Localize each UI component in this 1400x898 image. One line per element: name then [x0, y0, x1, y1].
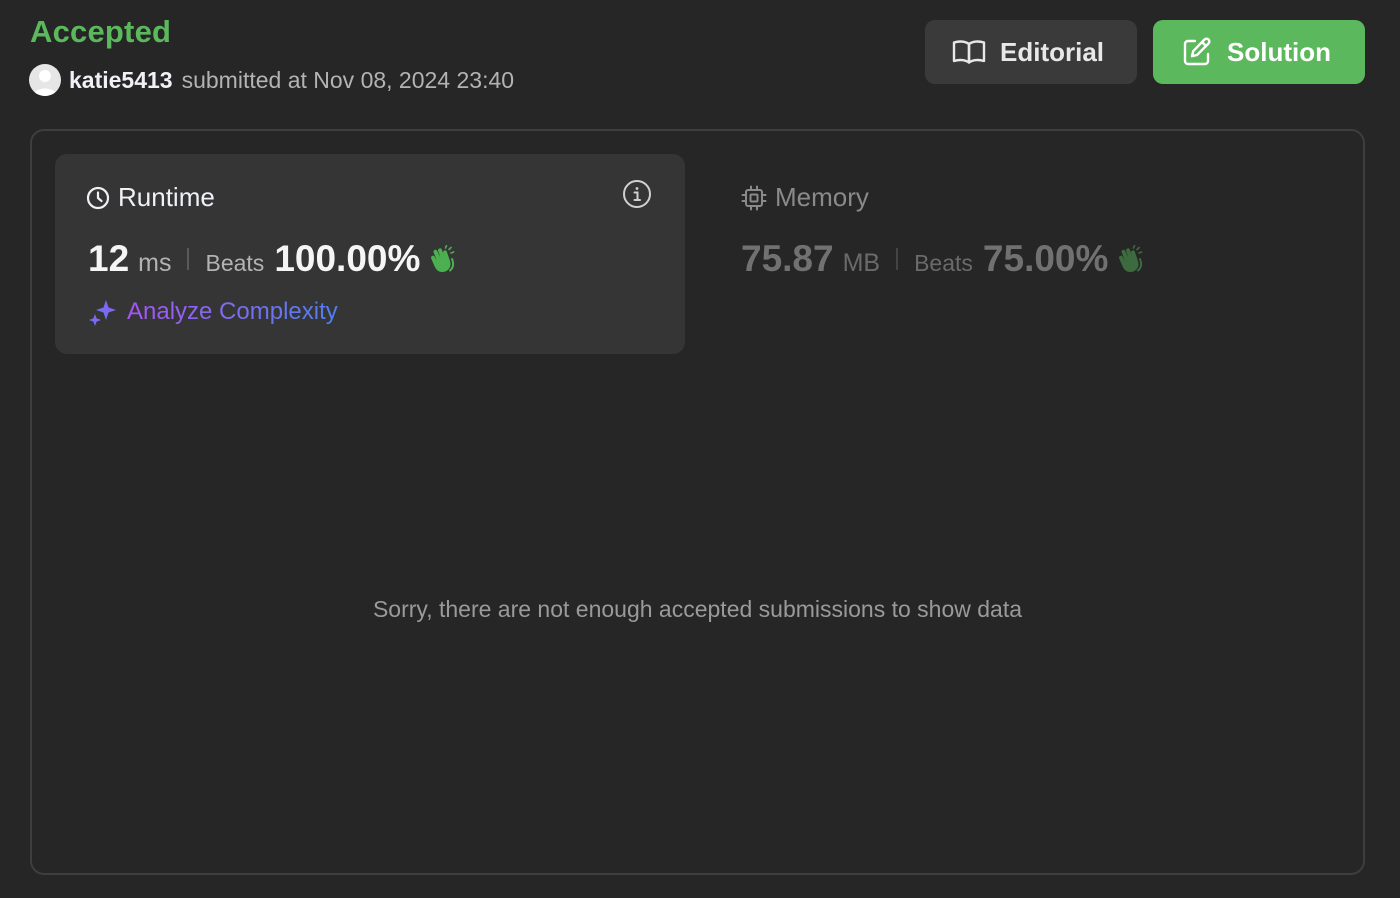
memory-unit: MB [842, 249, 881, 277]
memory-beats-label: Beats [914, 250, 973, 276]
runtime-card[interactable]: Runtime 12 ms Beats 100.00% Analyze Comp… [55, 154, 685, 354]
runtime-header: Runtime [86, 182, 215, 213]
divider [187, 248, 190, 270]
submitted-timestamp: submitted at Nov 08, 2024 23:40 [181, 66, 515, 93]
empty-state-message: Sorry, there are not enough accepted sub… [372, 596, 1023, 622]
memory-title: Memory [775, 182, 869, 212]
runtime-metric: 12 ms Beats 100.00% [88, 238, 458, 280]
editorial-button[interactable]: Editorial [925, 20, 1137, 84]
submitter-info: katie5413 submitted at Nov 08, 2024 23:4… [29, 64, 514, 96]
solution-button[interactable]: Solution [1153, 20, 1365, 84]
sparkle-icon [89, 300, 116, 326]
divider [896, 248, 899, 270]
editorial-label: Editorial [1000, 36, 1105, 67]
solution-label: Solution [1227, 36, 1331, 67]
memory-value: 75.87 [741, 238, 834, 279]
clap-icon [431, 245, 455, 272]
runtime-beats-value: 100.00% [274, 238, 421, 279]
edit-icon [1183, 37, 1211, 66]
runtime-beats-label: Beats [205, 250, 265, 276]
submission-result-page: Accepted katie5413 submitted at Nov 08, … [0, 0, 1400, 898]
info-icon[interactable] [622, 179, 652, 214]
runtime-value: 12 [88, 238, 130, 279]
cpu-icon [741, 185, 767, 210]
avatar-icon [33, 70, 57, 96]
runtime-unit: ms [138, 249, 172, 277]
memory-metric[interactable]: 75.87 MB Beats 75.00% [741, 238, 1146, 280]
memory-beats-value: 75.00% [982, 238, 1109, 279]
submission-status: Accepted [30, 14, 172, 49]
analyze-complexity-link[interactable]: Analyze Complexity [88, 298, 338, 326]
clock-icon [86, 186, 110, 209]
clap-icon [1119, 245, 1143, 272]
username[interactable]: katie5413 [69, 67, 173, 94]
book-icon [952, 40, 986, 64]
avatar[interactable] [29, 64, 61, 96]
runtime-title: Runtime [118, 182, 215, 212]
analyze-complexity-label: Analyze Complexity [127, 298, 338, 325]
memory-header[interactable]: Memory [741, 182, 869, 213]
